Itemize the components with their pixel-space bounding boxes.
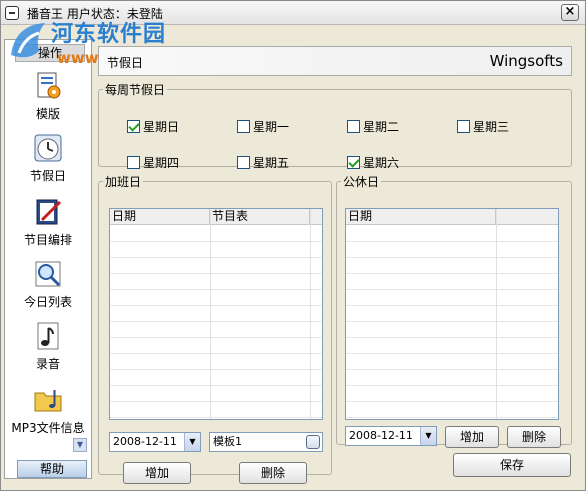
close-button[interactable]: ×	[561, 4, 579, 21]
page-title: 节假日	[107, 56, 144, 70]
brand-label: Wingsofts	[489, 52, 563, 70]
public-holiday-date-combo[interactable]: 2008-12-11 ▼	[345, 426, 437, 446]
public-holiday-delete-button[interactable]: 删除	[507, 426, 561, 448]
overtime-add-button[interactable]: 增加	[123, 462, 191, 484]
weekly-holiday-group: 每周节假日 星期日 星期一 星期二 星期三 星期四 星期五 星期六	[98, 81, 572, 170]
main-window: 播音王 用户状态：未登陆 × 操作 模版 节假日 节目编排 今日列表 录音 MP…	[0, 0, 586, 491]
chevron-down-icon[interactable]: ▼	[420, 427, 436, 445]
sidebar: 操作 模版 节假日 节目编排 今日列表 录音 MP3文件信息 ▼ 帮助	[4, 39, 92, 479]
public-holiday-legend: 公休日	[343, 175, 380, 189]
overtime-template-value: 模板1	[213, 435, 242, 448]
checkbox-box[interactable]	[127, 120, 140, 133]
checkbox-box[interactable]	[237, 156, 250, 169]
column-header-program[interactable]: 节目表	[210, 209, 310, 225]
public-holiday-table-header: 日期	[346, 209, 558, 225]
column-header-date[interactable]: 日期	[346, 209, 496, 225]
clock-icon	[34, 134, 62, 162]
edit-schedule-icon	[36, 199, 62, 225]
checkbox-box[interactable]	[457, 120, 470, 133]
checkbox-box[interactable]	[237, 120, 250, 133]
music-note-icon	[37, 322, 59, 350]
sidebar-item-today-list[interactable]: 今日列表	[5, 258, 91, 310]
overtime-template-field[interactable]: 模板1	[209, 432, 323, 452]
weekly-holiday-legend: 每周节假日	[105, 83, 166, 97]
sidebar-item-mp3-info[interactable]: MP3文件信息	[5, 384, 91, 436]
help-button[interactable]: 帮助	[17, 460, 87, 478]
chevron-down-icon[interactable]: ▼	[184, 433, 200, 451]
public-holiday-date-value: 2008-12-11	[349, 429, 413, 442]
checkbox-sunday[interactable]: 星期日	[127, 118, 179, 135]
public-holiday-table[interactable]: 日期	[345, 208, 559, 420]
column-header-date[interactable]: 日期	[110, 209, 210, 225]
checkbox-thursday[interactable]: 星期四	[127, 154, 179, 171]
checkbox-tuesday[interactable]: 星期二	[347, 118, 399, 135]
sidebar-scroll-down-button[interactable]: ▼	[73, 438, 87, 452]
sidebar-item-schedule[interactable]: 节目编排	[5, 196, 91, 248]
checkbox-monday[interactable]: 星期一	[237, 118, 289, 135]
overtime-group: 加班日 日期 节目表 2008-12-11 ▼ 模板1 增加 删除	[98, 173, 332, 484]
public-holiday-group: 公休日 日期 2008-12-11 ▼ 增加 删除	[336, 173, 572, 448]
overtime-date-value: 2008-12-11	[113, 435, 177, 448]
overtime-table[interactable]: 日期 节目表	[109, 208, 323, 420]
public-holiday-table-rows	[346, 226, 558, 419]
checkbox-box[interactable]	[127, 156, 140, 169]
sidebar-item-record[interactable]: 录音	[5, 320, 91, 372]
checkbox-friday[interactable]: 星期五	[237, 154, 289, 171]
checkbox-wednesday[interactable]: 星期三	[457, 118, 509, 135]
checkbox-box[interactable]	[347, 120, 360, 133]
page-header: 节假日 Wingsofts	[98, 46, 572, 76]
watermark-text: 河东软件园	[51, 21, 167, 47]
overtime-table-rows	[110, 226, 322, 419]
sidebar-item-label: 节目编排	[23, 233, 72, 247]
search-list-icon	[35, 261, 61, 287]
overtime-legend: 加班日	[105, 175, 142, 189]
sidebar-item-label: 节假日	[29, 169, 66, 183]
template-picker-button[interactable]	[306, 435, 320, 449]
checkbox-saturday[interactable]: 星期六	[347, 154, 399, 171]
sidebar-item-label: MP3文件信息	[11, 421, 85, 435]
checkbox-box[interactable]	[347, 156, 360, 169]
save-button[interactable]: 保存	[453, 453, 571, 477]
sidebar-item-label: 模版	[35, 107, 60, 121]
sidebar-item-label: 今日列表	[23, 295, 72, 309]
sidebar-item-holiday[interactable]: 节假日	[5, 132, 91, 184]
sidebar-item-label: 录音	[35, 357, 60, 371]
overtime-date-combo[interactable]: 2008-12-11 ▼	[109, 432, 201, 452]
public-holiday-add-button[interactable]: 增加	[445, 426, 499, 448]
sidebar-item-template[interactable]: 模版	[5, 70, 91, 122]
overtime-table-header: 日期 节目表	[110, 209, 322, 225]
folder-music-icon	[34, 390, 62, 412]
overtime-delete-button[interactable]: 删除	[239, 462, 307, 484]
